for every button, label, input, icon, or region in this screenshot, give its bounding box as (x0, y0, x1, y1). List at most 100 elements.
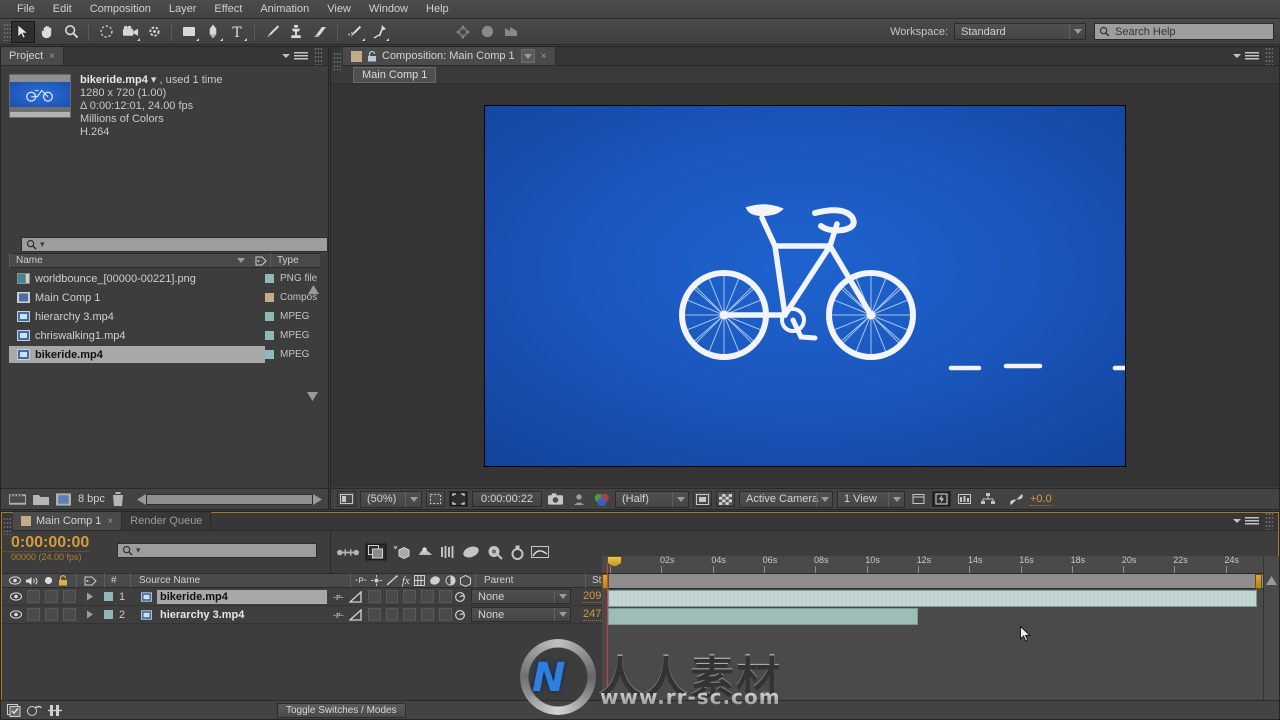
solo-dot-icon[interactable] (44, 576, 53, 585)
project-item-row[interactable]: worldbounce_[00000-00221].png PNG file (9, 269, 320, 288)
unified-camera-icon[interactable] (499, 21, 523, 43)
quality-icon[interactable] (386, 575, 398, 586)
always-preview-icon[interactable] (337, 491, 356, 507)
video-eye-icon[interactable] (9, 576, 21, 585)
new-composition-icon[interactable] (56, 492, 71, 506)
work-area-bar[interactable] (602, 574, 1279, 589)
composition-mini-flowchart-icon[interactable] (337, 546, 359, 559)
layer-shy-icon[interactable]: -ᴘ- (333, 610, 344, 620)
project-item-color-swatch[interactable] (265, 312, 274, 321)
close-icon[interactable]: × (541, 51, 547, 62)
tab-project[interactable]: Project × (1, 47, 65, 65)
layer-source-name[interactable]: bikeride.mp4 (157, 589, 327, 604)
view-count-chevron-down-icon[interactable] (888, 491, 904, 507)
grid-sphere-icon[interactable] (475, 21, 499, 43)
project-item-color-swatch[interactable] (265, 331, 274, 340)
filter-caret-icon[interactable]: ▾ (136, 545, 141, 556)
menu-file[interactable]: File (8, 0, 44, 19)
column-header-index[interactable]: # (104, 573, 130, 588)
frame-blending-icon[interactable] (413, 575, 425, 586)
auto-keyframe-icon[interactable] (510, 545, 525, 560)
resolution-select[interactable]: (Half) (615, 490, 689, 508)
project-panel-menu[interactable] (276, 47, 328, 65)
workspace-chevron-down-icon[interactable] (1069, 24, 1085, 39)
layer-color-swatch[interactable] (104, 610, 113, 619)
composition-tab-chevron-down-icon[interactable] (520, 49, 535, 63)
close-icon[interactable]: × (49, 51, 55, 62)
timeline-vertical-scrollbar[interactable] (1263, 556, 1279, 700)
hand-tool[interactable] (35, 21, 59, 43)
project-item-name-cell[interactable]: worldbounce_[00000-00221].png (9, 270, 265, 287)
menu-view[interactable]: View (318, 0, 360, 19)
parent-pickwhip-icon[interactable] (454, 591, 466, 603)
text-tool[interactable]: T (225, 21, 249, 43)
menu-edit[interactable]: Edit (44, 0, 81, 19)
layer-frameblend-toggle[interactable] (385, 590, 399, 603)
enable-motion-blur-icon[interactable] (440, 545, 456, 559)
camera-chevron-down-icon[interactable] (816, 491, 832, 507)
layer-solo-toggle[interactable] (45, 590, 58, 603)
column-header-source-name[interactable]: Source Name (130, 573, 350, 588)
shy-icon[interactable]: -ᴘ- (355, 575, 367, 586)
project-item-name-cell[interactable]: bikeride.mp4 (9, 346, 265, 363)
project-vertical-scrollbar[interactable] (307, 269, 319, 401)
hide-shy-layers-icon[interactable] (393, 545, 411, 560)
workspace-select[interactable]: Standard (954, 23, 1086, 40)
parent-chevron-down-icon[interactable] (554, 590, 570, 603)
pen-tool[interactable] (201, 21, 225, 43)
show-snapshot-icon[interactable] (569, 491, 588, 507)
scroll-right-arrow-icon[interactable] (313, 493, 322, 505)
layer-motionblur-toggle[interactable] (403, 608, 417, 621)
anchor-point-tool[interactable] (142, 21, 166, 43)
search-help-input[interactable]: Search Help (1094, 23, 1274, 40)
transform-gizmo-icon[interactable] (451, 21, 475, 43)
toggle-switches-modes-icon-1[interactable] (7, 703, 21, 717)
project-item-color-swatch[interactable] (265, 274, 274, 283)
layer-audio-toggle[interactable] (27, 608, 40, 621)
exposure-reset-icon[interactable] (1007, 491, 1026, 507)
search-dropdown-caret-icon[interactable]: ▾ (40, 239, 45, 250)
graph-editor-toggle-icon[interactable] (48, 704, 62, 717)
composition-navigator-tab[interactable]: Main Comp 1 (353, 66, 437, 83)
region-preview-icon[interactable] (693, 491, 712, 507)
camera-tool[interactable] (118, 21, 142, 43)
tab-render-queue[interactable]: Render Queue (122, 512, 212, 530)
layer-3d-toggle[interactable] (439, 608, 452, 621)
menu-animation[interactable]: Animation (251, 0, 318, 19)
project-item-color-swatch[interactable] (265, 293, 274, 302)
brainstorm-icon[interactable] (486, 545, 504, 560)
collapse-transformations-icon[interactable] (370, 575, 382, 586)
layer-color-swatch[interactable] (104, 592, 113, 601)
layer-expand-arrow-icon[interactable] (76, 610, 104, 619)
menu-window[interactable]: Window (360, 0, 417, 19)
tab-main-comp-1[interactable]: Main Comp 1 × (13, 512, 123, 530)
layer-parent-select[interactable]: None (471, 607, 571, 622)
choose-grid-guides-icon[interactable] (426, 491, 445, 507)
pixel-aspect-correction-icon[interactable] (909, 491, 928, 507)
magnification-chevron-down-icon[interactable] (405, 491, 421, 507)
new-footage-icon[interactable] (9, 493, 26, 506)
adjustment-layer-icon[interactable] (445, 575, 456, 586)
audio-speaker-icon[interactable] (26, 576, 39, 586)
panel-grip[interactable] (1265, 47, 1273, 65)
resolution-chevron-down-icon[interactable] (672, 491, 688, 507)
channel-rgb-icon[interactable] (592, 491, 611, 507)
time-ruler[interactable]: 0s02s04s06s08s10s12s14s16s18s20s22s24s (602, 555, 1279, 574)
project-horizontal-scrollbar[interactable] (136, 493, 322, 506)
layer-3d-toggle[interactable] (439, 590, 452, 603)
eraser-tool[interactable] (308, 21, 332, 43)
scroll-left-arrow-icon[interactable] (136, 493, 146, 505)
project-item-color-swatch[interactable] (265, 350, 274, 359)
lock-icon[interactable] (367, 50, 377, 62)
layer-quality-icon[interactable] (348, 590, 363, 603)
toolbar-grip[interactable] (3, 22, 11, 41)
region-of-interest-icon[interactable] (449, 491, 468, 507)
layer-frameblend-toggle[interactable] (385, 608, 399, 621)
menu-composition[interactable]: Composition (81, 0, 160, 19)
layer-shy-icon[interactable]: -ᴘ- (333, 592, 344, 602)
layer-video-eye-icon[interactable] (10, 610, 22, 619)
layer-video-eye-icon[interactable] (10, 592, 22, 601)
project-item-row[interactable]: hierarchy 3.mp4 MPEG (9, 307, 320, 326)
project-item-name-cell[interactable]: Main Comp 1 (9, 289, 265, 306)
graph-editor-icon[interactable] (531, 545, 549, 559)
